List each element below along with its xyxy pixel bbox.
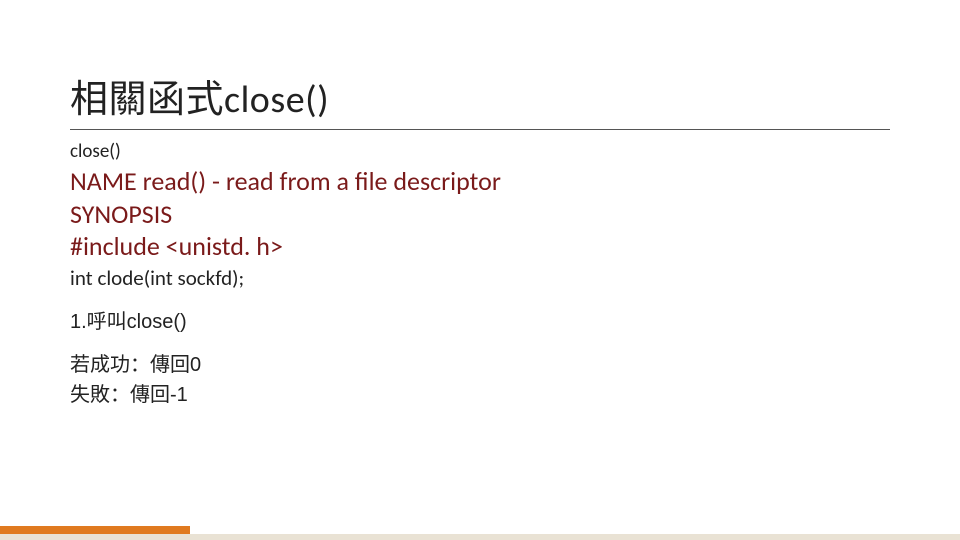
subtitle: close() bbox=[70, 140, 890, 163]
title-cjk: 相關函式 bbox=[70, 79, 224, 121]
result-block: 若成功：傳回0 失敗：傳回-1 bbox=[70, 350, 890, 410]
man-synopsis-line: SYNOPSIS bbox=[70, 198, 890, 231]
slide-title: 相關函式close() bbox=[70, 68, 890, 130]
man-include-line: #include <unistd. h> bbox=[70, 230, 890, 263]
footer-decoration bbox=[0, 526, 960, 540]
manpage-block: NAME read() - read from a file descripto… bbox=[70, 165, 890, 263]
result-failure: 失敗：傳回-1 bbox=[70, 380, 890, 410]
footer-beige-bar bbox=[0, 534, 960, 540]
result-success: 若成功：傳回0 bbox=[70, 350, 890, 380]
slide: 相關函式close() close() NAME read() - read f… bbox=[0, 0, 960, 540]
footer-orange-bar bbox=[0, 526, 190, 534]
title-latin: close() bbox=[224, 77, 329, 123]
call-note: 1.呼叫close() bbox=[70, 305, 890, 334]
prototype-line: int clode(int sockfd); bbox=[70, 265, 890, 291]
man-name-line: NAME read() - read from a file descripto… bbox=[70, 165, 890, 198]
slide-body: close() NAME read() - read from a file d… bbox=[70, 140, 890, 410]
